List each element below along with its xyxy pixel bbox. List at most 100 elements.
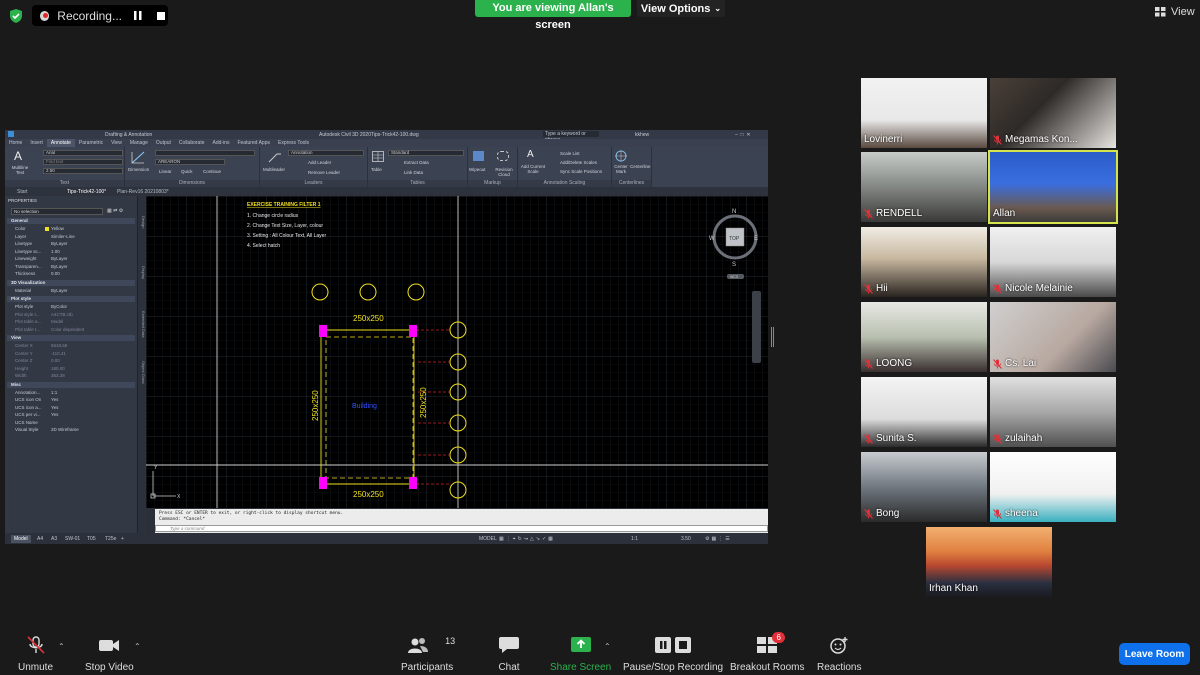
multiline-text-button[interactable]: Multiline Text (9, 165, 31, 175)
dim-label-left[interactable]: 250x250 (311, 390, 320, 421)
property-row[interactable]: Center Z 0.00 (11, 357, 135, 364)
wipeout-button[interactable]: Wipeout (469, 167, 486, 172)
participant-tile[interactable]: Lovinerri (861, 78, 987, 148)
ribbon-tab[interactable]: Featured Apps (233, 139, 274, 147)
properties-section-header[interactable]: Plot style (7, 296, 135, 302)
find-text-input[interactable]: Find text (43, 159, 123, 165)
drafting-toggles[interactable]: ▦⋮⌖↻↝△↘✓▦ (499, 536, 555, 542)
remove-leader-button[interactable]: Remove Leader (308, 170, 340, 175)
quick-dim-button[interactable]: Quick (181, 169, 193, 174)
text-height-input[interactable]: 2.50 (43, 168, 123, 174)
property-row[interactable]: UCS icon a... Yes (11, 404, 135, 411)
participant-tile[interactable]: RENDELL (861, 152, 987, 222)
participant-tile[interactable]: Megamas Kon... (990, 78, 1116, 148)
column-marker[interactable] (319, 477, 327, 489)
property-row[interactable]: Plot style ByColor (11, 303, 135, 310)
side-tab-object-class[interactable]: Object Class (138, 361, 146, 384)
audio-options-caret-icon[interactable]: ⌃ (58, 642, 65, 651)
ribbon-tab[interactable]: Express Tools (274, 139, 313, 147)
property-row[interactable]: UCS icon On Yes (11, 396, 135, 403)
ribbon-tab[interactable]: Annotate (46, 139, 75, 147)
sync-scale-positions-button[interactable]: Sync Scale Positions (560, 169, 602, 174)
participant-tile[interactable]: Bong (861, 452, 987, 522)
building-label[interactable]: Building (352, 403, 377, 410)
pause-recording-button[interactable] (132, 9, 145, 23)
property-row[interactable]: Plot table t... Color dependent (11, 326, 135, 333)
add-layout-icon[interactable]: + (121, 536, 124, 542)
participant-tile[interactable]: Sunita S. (861, 377, 987, 447)
layout-tab[interactable]: A3 (51, 536, 57, 542)
unmute-button[interactable]: Unmute (18, 636, 53, 673)
table-button[interactable]: Table (371, 167, 382, 172)
participant-tile[interactable]: zulaihah (990, 377, 1116, 447)
continue-dim-button[interactable]: Continue (203, 169, 221, 174)
properties-section-header[interactable]: General (7, 218, 135, 224)
compass-w[interactable]: W (709, 236, 715, 242)
property-row[interactable]: Plot style t... A4CTB.ctb (11, 311, 135, 318)
property-row[interactable]: Height 180.00 (11, 365, 135, 372)
property-row[interactable]: Linetype ByLayer (11, 240, 135, 247)
viewcube-top-label[interactable]: TOP (729, 236, 740, 242)
properties-section-header[interactable]: Misc (7, 381, 135, 388)
ribbon-tab[interactable]: Parametric (75, 139, 107, 147)
view-options-dropdown[interactable]: View Options ⌄ (637, 0, 725, 17)
dim-style-field[interactable] (155, 150, 255, 156)
multileader-button[interactable]: Multileader (263, 167, 285, 172)
view-layout-button[interactable]: View (1155, 6, 1195, 18)
property-row[interactable]: Transparen... ByLayer (11, 263, 135, 270)
extract-data-button[interactable]: Extract Data (404, 160, 429, 165)
participant-tile[interactable]: Allan (988, 150, 1118, 224)
revision-cloud-button[interactable]: Revision Cloud (494, 167, 514, 177)
property-row[interactable]: Linetype sc... 1.00 (11, 248, 135, 255)
reactions-button[interactable]: Reactions (817, 636, 861, 673)
pause-stop-recording-button[interactable]: Pause/Stop Recording (623, 636, 723, 673)
center-mark-button[interactable]: Center Mark (613, 164, 629, 174)
compass-s[interactable]: S (732, 262, 736, 268)
cad-user-name[interactable]: kkhew (635, 132, 649, 138)
participant-tile[interactable]: sheena (990, 452, 1116, 522)
column-marker[interactable] (409, 325, 417, 337)
leader-style-select[interactable]: Annotation (288, 150, 364, 156)
dim-label-bottom[interactable]: 250x250 (353, 490, 384, 499)
stop-video-button[interactable]: Stop Video (85, 636, 134, 673)
property-row[interactable]: Plot table a... Model (11, 318, 135, 325)
scale-list-button[interactable]: Scale List (560, 151, 580, 156)
security-shield-icon[interactable] (8, 8, 24, 24)
video-options-caret-icon[interactable]: ⌃ (134, 642, 141, 651)
side-tab-extended-data[interactable]: Extended Data (138, 311, 146, 337)
layout-tab[interactable]: SW-01 (65, 536, 80, 542)
ribbon-tab[interactable]: Insert (26, 139, 47, 147)
property-row[interactable]: Annotation... 1:1 (11, 389, 135, 396)
properties-section-header[interactable]: 3D Visualization (7, 279, 135, 286)
participant-tile[interactable]: Irhan Khan (926, 527, 1052, 597)
participant-tile[interactable]: Hii (861, 227, 987, 297)
linear-dim-button[interactable]: Linear (159, 169, 172, 174)
participants-button[interactable]: 13 Participants (401, 636, 455, 673)
property-row[interactable]: Lineweight ByLayer (11, 255, 135, 262)
dim-label-right[interactable]: 250x250 (419, 387, 428, 418)
property-row[interactable]: Center Y -110.41 (11, 350, 135, 357)
dimension-button[interactable]: Dimension (128, 167, 149, 172)
compass-n[interactable]: N (732, 209, 736, 215)
participant-tile[interactable]: Cs. Lai (990, 302, 1116, 372)
link-data-button[interactable]: Link Data (404, 170, 423, 175)
window-controls[interactable]: – □ ✕ (735, 132, 751, 138)
share-screen-button[interactable]: Share Screen (550, 636, 611, 673)
property-row[interactable]: Center X 5618.68 (11, 342, 135, 349)
quick-select-icons[interactable]: ▦ ⇄ ⚙ (107, 208, 135, 215)
column-marker[interactable] (409, 477, 417, 489)
selection-dropdown[interactable]: No selection (11, 208, 103, 215)
annotation-scale[interactable]: 1:1 (631, 536, 638, 542)
ribbon-tab[interactable]: View (107, 139, 126, 147)
status-icons[interactable]: ⚙▦⋮☰ (705, 536, 732, 542)
ribbon-tab[interactable]: Output (152, 139, 175, 147)
properties-section-header[interactable]: View (7, 335, 135, 341)
chat-button[interactable]: Chat (498, 636, 520, 673)
property-row[interactable]: Material ByLayer (11, 287, 135, 294)
file-tab-start[interactable]: Start (17, 189, 28, 195)
ribbon-tab[interactable]: Home (5, 139, 26, 147)
wcs-label[interactable]: WCS (730, 275, 739, 279)
model-space-toggle[interactable]: MODEL (479, 536, 497, 542)
dim-label-top[interactable]: 250x250 (353, 314, 384, 323)
file-tab-plan[interactable]: Plan-Rev16 20210803* (117, 189, 169, 195)
